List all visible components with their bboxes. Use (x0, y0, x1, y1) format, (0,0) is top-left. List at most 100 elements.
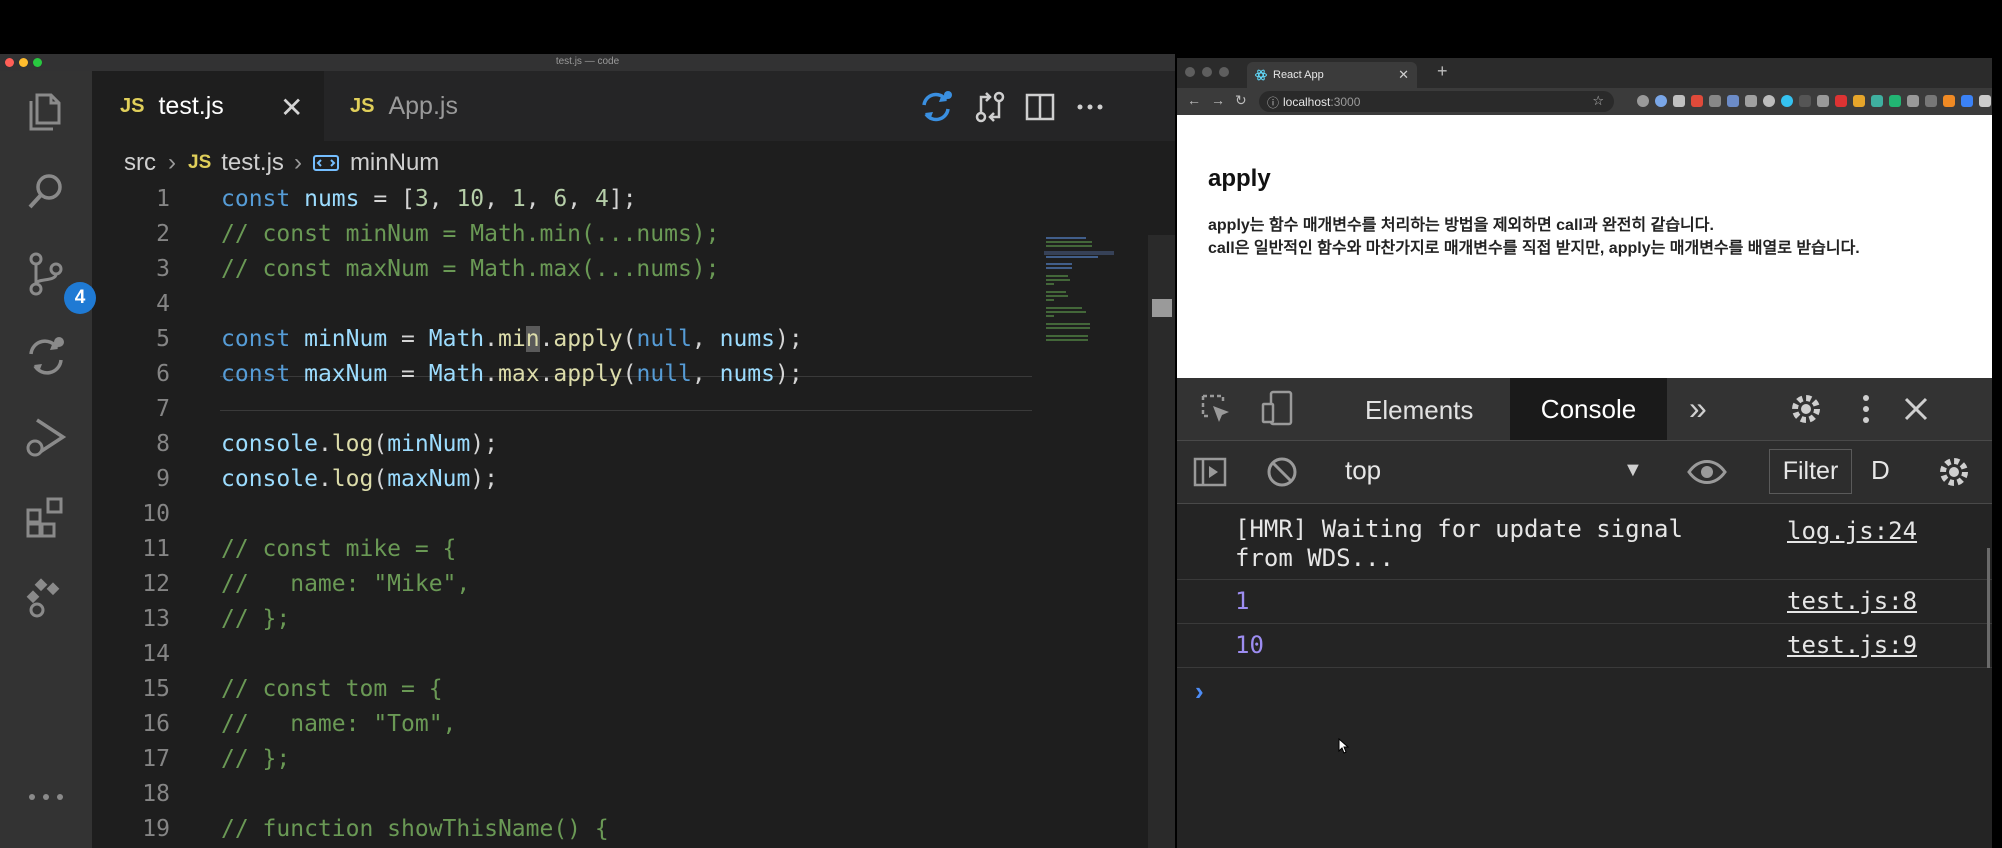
extension-icon[interactable] (1655, 95, 1667, 107)
minimize-window-button[interactable] (1202, 67, 1212, 77)
console-scrollbar[interactable] (1987, 548, 1990, 668)
extension-icon[interactable] (1853, 95, 1865, 107)
tab-console[interactable]: Console (1510, 378, 1667, 440)
close-tab-icon[interactable]: ✕ (280, 91, 303, 124)
code-line[interactable]: 5 const minNum = Math.min.apply(null, nu… (92, 322, 1092, 357)
address-bar[interactable]: ⓘ localhost:3000 ☆ (1259, 91, 1614, 112)
code-line[interactable]: 1 const nums = [3, 10, 1, 6, 4]; (92, 182, 1092, 217)
console-message[interactable]: 1 test.js:8 (1177, 580, 1992, 624)
git-diff-action-icon[interactable] (918, 89, 954, 125)
tab-app-js[interactable]: JS App.js (324, 71, 534, 141)
breadcrumb-symbol[interactable]: minNum (350, 149, 439, 177)
code-line[interactable]: 10 (92, 497, 1092, 532)
show-sidebar-icon[interactable] (1191, 453, 1229, 491)
tab-elements[interactable]: Elements (1365, 395, 1473, 426)
extension-icon[interactable] (1889, 95, 1901, 107)
extension-icon[interactable] (1745, 95, 1757, 107)
more-options-icon[interactable] (1847, 390, 1885, 428)
extension-icon[interactable] (1709, 95, 1721, 107)
navigation-buttons[interactable]: ←→↻ (1187, 92, 1257, 109)
extension-icon[interactable] (1727, 95, 1739, 107)
breadcrumb-folder[interactable]: src (124, 149, 156, 177)
settings-gear-icon[interactable] (1787, 390, 1825, 428)
code-line[interactable]: 13 // }; (92, 602, 1092, 637)
code-line[interactable]: 9 console.log(maxNum); (92, 462, 1092, 497)
js-file-icon: JS (120, 94, 145, 117)
search-icon[interactable] (20, 166, 72, 218)
scrollbar-thumb[interactable] (1152, 299, 1172, 317)
git-diff-icon[interactable] (20, 331, 72, 383)
extension-icon[interactable] (1871, 95, 1883, 107)
extensions-icon[interactable] (20, 491, 72, 543)
extension-icon[interactable] (1943, 95, 1955, 107)
source-control-icon[interactable]: 4 (20, 248, 96, 314)
extension-icon[interactable] (1907, 95, 1919, 107)
close-devtools-icon[interactable] (1897, 390, 1935, 428)
code-line[interactable]: 12 // name: "Mike", (92, 567, 1092, 602)
code-line[interactable]: 15 // const tom = { (92, 672, 1092, 707)
extension-icon[interactable] (1799, 95, 1811, 107)
source-link[interactable]: test.js:8 (1787, 587, 1917, 615)
editor-scrollbar[interactable] (1148, 235, 1175, 848)
info-icon[interactable]: ⓘ (1267, 94, 1279, 111)
extension-icon[interactable] (1637, 95, 1649, 107)
code-line[interactable]: 3 // const maxNum = Math.max(...nums); (92, 252, 1092, 287)
tab-test-js[interactable]: JS test.js ✕ (92, 71, 324, 141)
inspect-element-icon[interactable] (1197, 390, 1237, 430)
reload-icon[interactable]: ↻ (1235, 92, 1257, 108)
extension-icon[interactable] (1835, 95, 1847, 107)
code-line[interactable]: 11 // const mike = { (92, 532, 1092, 567)
device-toolbar-icon[interactable] (1257, 388, 1297, 428)
run-debug-icon[interactable] (20, 411, 72, 463)
code-line[interactable]: 19 // function showThisName() { (92, 812, 1092, 847)
compare-changes-icon[interactable] (972, 89, 1008, 125)
source-link[interactable]: test.js:9 (1787, 631, 1917, 659)
code-line[interactable]: 7 (92, 392, 1092, 427)
context-selector[interactable]: top (1345, 455, 1381, 486)
browser-tab[interactable]: React App ✕ (1247, 62, 1417, 88)
console-settings-gear-icon[interactable] (1935, 453, 1973, 491)
new-tab-button[interactable]: + (1437, 61, 1448, 82)
zoom-window-button[interactable] (1219, 67, 1229, 77)
close-window-button[interactable] (1185, 67, 1195, 77)
back-icon[interactable]: ← (1187, 92, 1211, 108)
extension-icon[interactable] (1961, 95, 1973, 107)
filter-input[interactable]: Filter (1769, 449, 1852, 494)
bookmark-star-icon[interactable]: ☆ (1592, 93, 1604, 109)
forward-icon[interactable]: → (1211, 92, 1235, 108)
clear-console-icon[interactable] (1263, 453, 1301, 491)
page-paragraph: apply는 함수 매개변수를 처리하는 방법을 제외하면 call과 완전히 … (1208, 217, 1714, 234)
extension-icon[interactable] (1763, 95, 1775, 107)
live-expression-eye-icon[interactable] (1687, 455, 1727, 489)
code-line[interactable]: 18 (92, 777, 1092, 812)
code-line[interactable]: 6 const maxNum = Math.max.apply(null, nu… (92, 357, 1092, 392)
console-message[interactable]: [HMR] Waiting for update signal from WDS… (1177, 504, 1992, 580)
extension-icon[interactable] (1781, 95, 1793, 107)
code-line[interactable]: 16 // name: "Tom", (92, 707, 1092, 742)
puzzle-extensions-icon[interactable] (1979, 95, 1991, 107)
source-link[interactable]: log.js:24 (1787, 517, 1917, 545)
code-line[interactable]: 4 (92, 287, 1092, 322)
explorer-icon[interactable] (20, 86, 72, 138)
code-line[interactable]: 17 // }; (92, 742, 1092, 777)
log-levels-dropdown[interactable]: D (1871, 455, 1890, 486)
console-prompt[interactable]: › (1195, 676, 1204, 707)
extension-icon[interactable] (1673, 95, 1685, 107)
breadcrumb-file[interactable]: test.js (221, 149, 284, 177)
console-message[interactable]: 10 test.js:9 (1177, 624, 1992, 668)
extension-icon[interactable] (1691, 95, 1703, 107)
code-line[interactable]: 14 (92, 637, 1092, 672)
chevron-down-icon[interactable]: ▼ (1623, 459, 1643, 482)
minimap[interactable] (1044, 235, 1114, 355)
code-line[interactable]: 2 // const minNum = Math.min(...nums); (92, 217, 1092, 252)
close-tab-icon[interactable]: ✕ (1398, 67, 1409, 83)
extension-icon[interactable] (1817, 95, 1829, 107)
split-editor-icon[interactable] (1022, 89, 1058, 125)
remote-explorer-icon[interactable] (20, 571, 72, 623)
extension-icon[interactable] (1925, 95, 1937, 107)
chevron-right-icon: › (293, 149, 302, 176)
more-tabs-button[interactable]: » (1689, 390, 1707, 427)
more-views-icon[interactable] (20, 771, 72, 823)
code-line[interactable]: 8 console.log(minNum); (92, 427, 1092, 462)
more-actions-icon[interactable] (1072, 89, 1108, 125)
